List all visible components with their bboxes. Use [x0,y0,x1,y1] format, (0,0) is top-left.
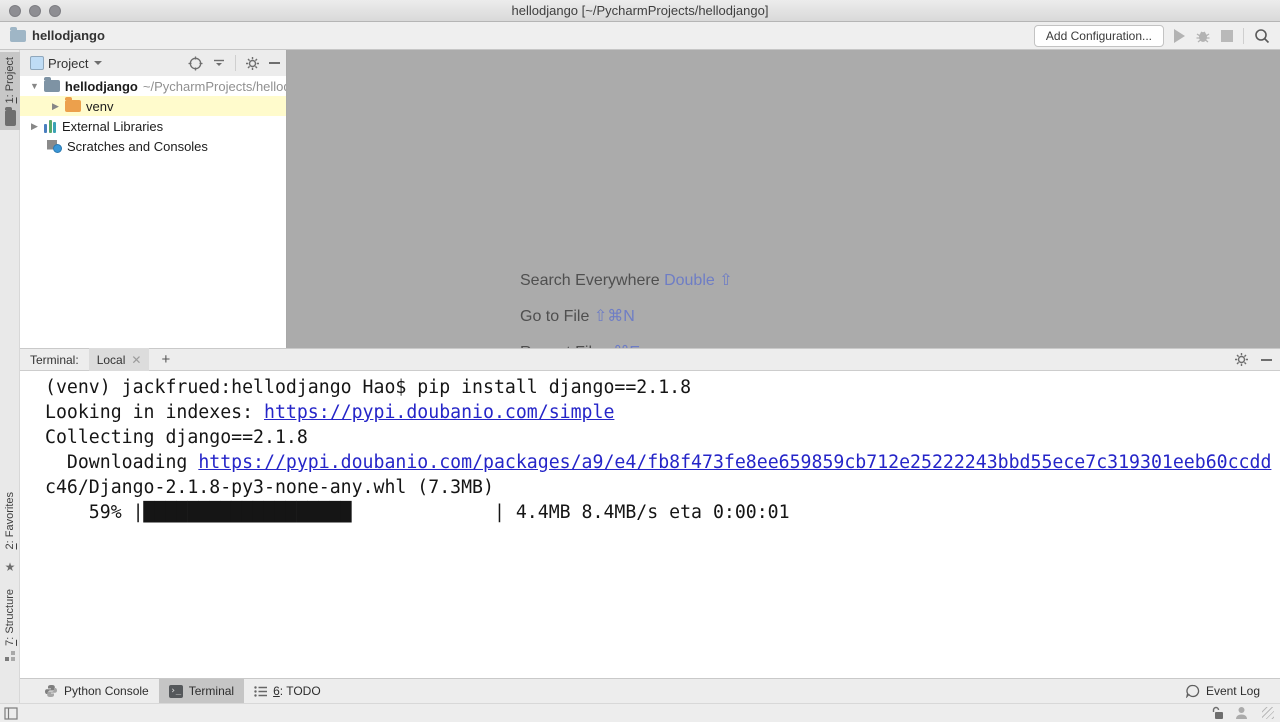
project-view-title[interactable]: Project [48,56,88,71]
close-tab-icon[interactable]: ✕ [131,353,141,367]
toolbar-separator [1243,28,1244,44]
project-tree: ▼ hellodjango ~/PycharmProjects/hellod ▶… [20,76,286,348]
add-configuration-button[interactable]: Add Configuration... [1034,25,1164,47]
toolwindow-tab-terminal[interactable]: ›_ Terminal [159,679,244,704]
project-panel: Project [20,50,287,348]
left-toolwindow-stripe: 1: Project 2: Favorites ★ 7: Structure [0,50,20,703]
breadcrumb[interactable]: hellodjango [10,28,105,43]
toolwindow-tab-todo[interactable]: 6: TODO [244,679,331,704]
stop-icon[interactable] [1221,30,1233,42]
hide-terminal-icon[interactable] [1261,359,1272,361]
toolwindow-tab-python-console[interactable]: Python Console [34,679,159,704]
tree-venv-label: venv [86,99,113,114]
chevron-collapsed-icon[interactable]: ▶ [30,121,39,132]
python-icon [44,684,58,698]
collapse-all-icon[interactable] [212,56,226,70]
project-folder-icon [10,30,26,42]
sidebar-tab-favorites[interactable]: 2: Favorites ★ [0,487,20,577]
tree-row-venv[interactable]: ▶ venv [20,96,286,116]
project-toolwindow-icon [5,110,16,126]
terminal-panel-label: Terminal: [30,353,79,367]
tree-root-label: hellodjango [65,79,138,94]
hint-recent-files: Recent Files ⌘E [520,342,640,348]
sidebar-tab-project[interactable]: 1: Project [0,52,20,130]
project-view-icon [30,56,44,70]
tree-row-root[interactable]: ▼ hellodjango ~/PycharmProjects/hellod [20,76,286,96]
search-everywhere-icon[interactable] [1254,28,1270,44]
editor-area[interactable]: Search Everywhere Double ⇧ Go to File ⇧⌘… [287,50,1280,348]
toolwindow-toggle-icon[interactable] [4,707,18,720]
chevron-expanded-icon[interactable]: ▼ [30,81,39,91]
event-log-button[interactable]: Event Log [1176,679,1270,704]
locate-icon[interactable] [188,56,203,71]
user-profile-icon[interactable] [1235,706,1248,720]
terminal-link[interactable]: https://pypi.doubanio.com/simple [264,402,614,423]
tree-row-scratches[interactable]: Scratches and Consoles [20,136,286,156]
hint-search-everywhere: Search Everywhere Double ⇧ [520,270,733,290]
main-toolbar: hellodjango Add Configuration... [0,22,1280,50]
unlocked-padlock-icon[interactable] [1212,706,1225,720]
libraries-icon [44,120,57,133]
hide-panel-icon[interactable] [269,62,280,64]
project-panel-header: Project [20,50,286,76]
terminal-line: Downloading https://pypi.doubanio.com/pa… [45,450,1280,475]
event-log-bubble-icon [1186,684,1200,698]
terminal-settings-gear-icon[interactable] [1234,352,1249,367]
terminal-line: Collecting django==2.1.8 [45,425,1280,450]
hint-go-to-file: Go to File ⇧⌘N [520,306,635,326]
terminal-progress-line: 59% |███████████████████ | 4.4MB 8.4MB/s… [45,500,1280,525]
terminal-panel-header: Terminal: Local ✕ + [20,348,1280,371]
status-bar [0,703,1280,722]
breadcrumb-project-name: hellodjango [32,28,105,43]
terminal-line: Looking in indexes: https://pypi.doubani… [45,400,1280,425]
run-icon[interactable] [1174,29,1185,43]
terminal-link[interactable]: https://pypi.doubanio.com/packages/a9/e4… [198,452,1271,473]
window-title: hellodjango [~/PycharmProjects/hellodjan… [0,3,1280,18]
terminal-tab-local[interactable]: Local ✕ [89,348,150,371]
resize-grip[interactable] [1262,707,1274,719]
structure-icon [5,651,16,662]
sidebar-tab-structure[interactable]: 7: Structure [0,584,20,666]
todo-list-icon [254,686,267,697]
terminal-output[interactable]: (venv) jackfrued:hellodjango Hao$ pip in… [20,371,1280,678]
pycharm-window: hellodjango [~/PycharmProjects/hellodjan… [0,0,1280,722]
terminal-line: (venv) jackfrued:hellodjango Hao$ pip in… [45,375,1280,400]
tree-root-path: ~/PycharmProjects/hellod [143,79,287,94]
terminal-line: c46/Django-2.1.8-py3-none-any.whl (7.3MB… [45,475,1280,500]
title-bar: hellodjango [~/PycharmProjects/hellodjan… [0,0,1280,22]
tree-row-external-libraries[interactable]: ▶ External Libraries [20,116,286,136]
terminal-icon: ›_ [169,685,183,698]
folder-icon [44,80,60,92]
venv-folder-icon [65,100,81,112]
scratches-icon [47,140,62,153]
chevron-down-icon[interactable] [94,61,102,65]
gear-icon[interactable] [245,56,260,71]
tree-external-libraries-label: External Libraries [62,119,163,134]
star-icon: ★ [5,561,16,573]
chevron-collapsed-icon[interactable]: ▶ [51,101,60,112]
debug-icon[interactable] [1195,28,1211,44]
toolwindow-bar: Python Console ›_ Terminal 6: TODO [20,678,1280,703]
tree-scratches-label: Scratches and Consoles [67,139,208,154]
new-terminal-session-icon[interactable]: + [161,351,170,368]
